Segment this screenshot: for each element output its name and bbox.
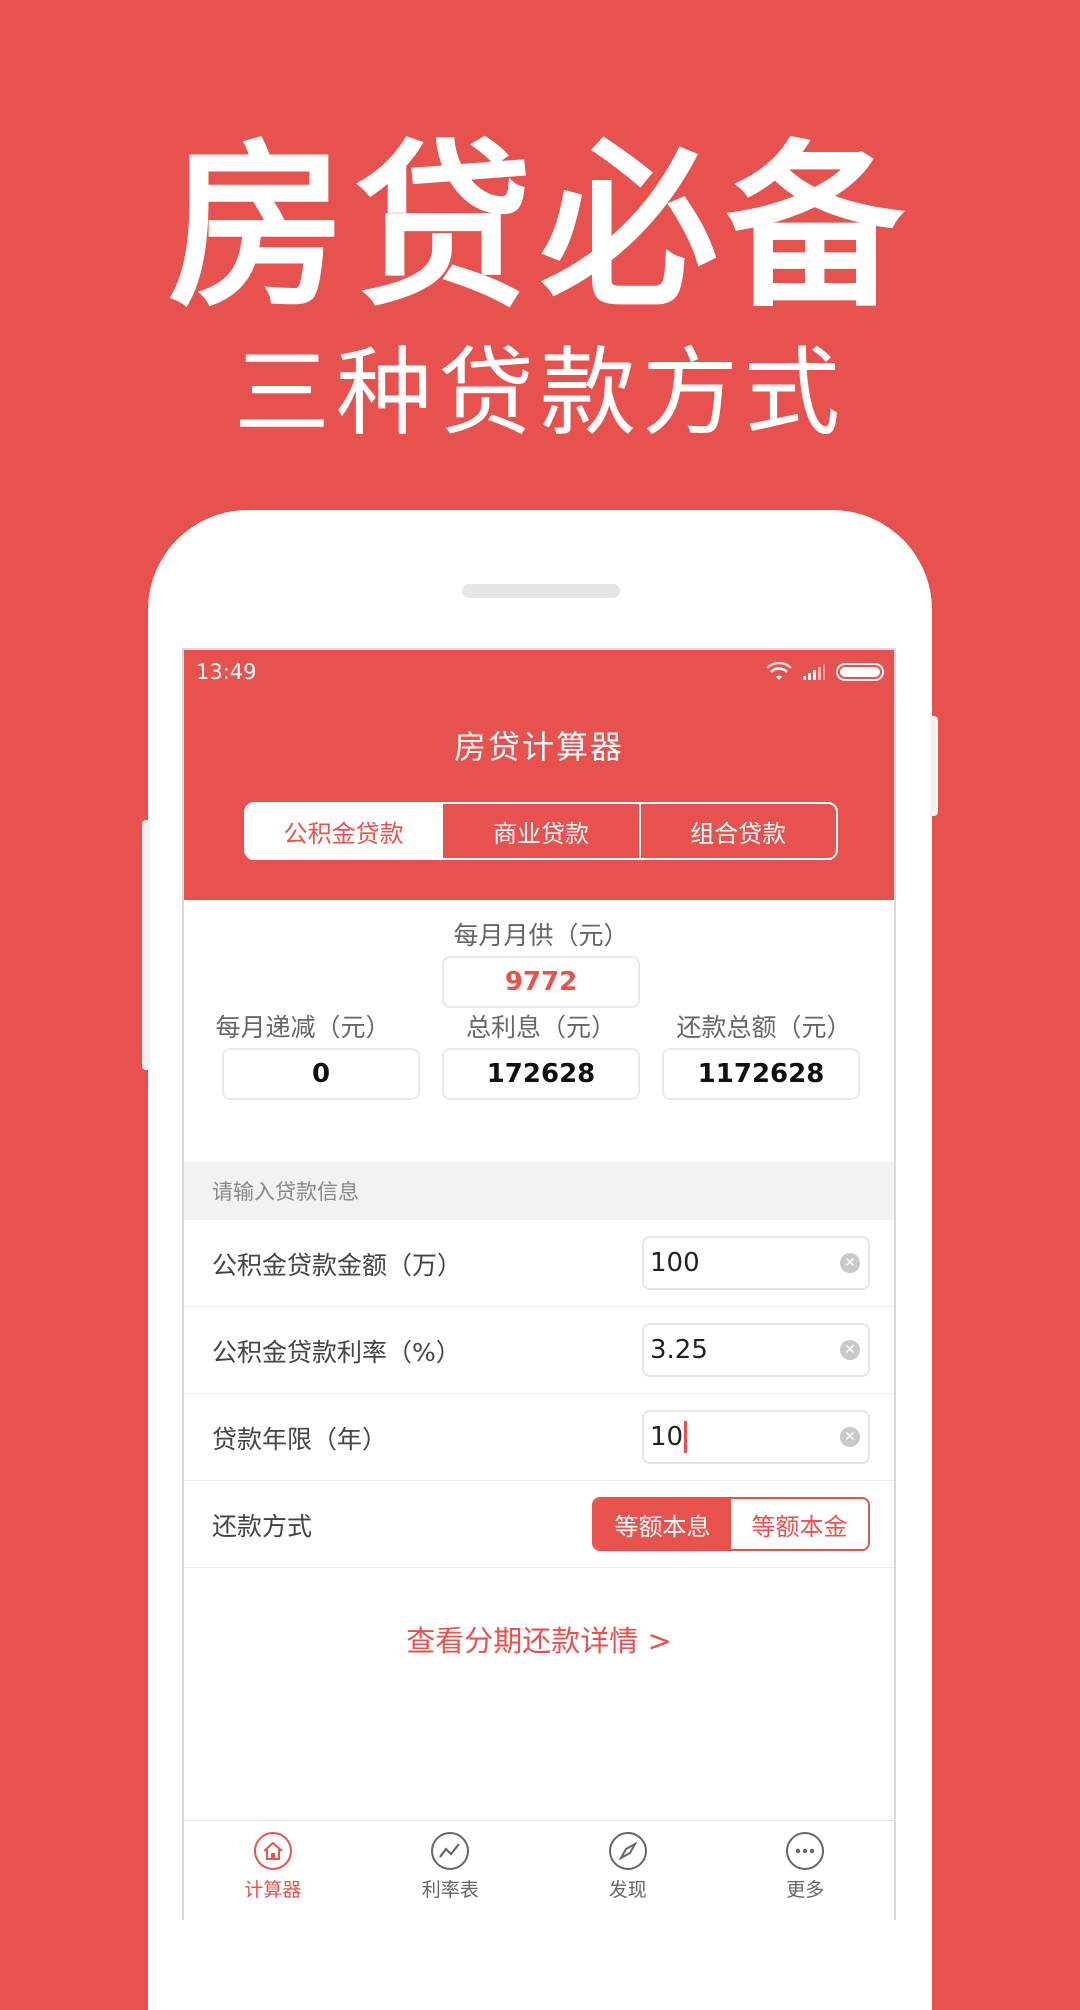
repay-method-row: 还款方式 等额本息 等额本金	[184, 1481, 894, 1568]
loan-amount-input[interactable]: 100 ✕	[642, 1236, 870, 1290]
loan-years-input[interactable]: 10 ✕	[642, 1410, 870, 1464]
total-interest-value: 172628	[442, 1048, 640, 1100]
promo-subtitle: 三种贷款方式	[234, 337, 846, 449]
app-title: 房贷计算器	[453, 728, 624, 766]
nav-item-more[interactable]: 更多	[717, 1821, 895, 1920]
loan-amount-value: 100	[650, 1248, 700, 1278]
compass-icon	[608, 1832, 647, 1870]
total-repayment-label: 还款总额（元）	[676, 1013, 852, 1042]
signal-icon	[803, 664, 825, 680]
status-icons	[766, 660, 884, 684]
trend-chart-icon	[431, 1832, 470, 1870]
loan-rate-value: 3.25	[650, 1335, 708, 1365]
clear-icon[interactable]: ✕	[840, 1427, 860, 1447]
loan-years-value: 10	[650, 1422, 684, 1452]
total-interest-label: 总利息（元）	[465, 1013, 616, 1042]
nav-label: 计算器	[244, 1879, 302, 1901]
wifi-icon	[766, 662, 792, 680]
monthly-decrease-label: 每月递减（元）	[215, 1013, 391, 1042]
repay-equal-installment-button[interactable]: 等额本息	[594, 1499, 731, 1549]
tab-commercial-loan[interactable]: 商业贷款	[441, 804, 638, 858]
loan-rate-label: 公积金贷款利率（%）	[212, 1337, 461, 1367]
home-icon	[253, 1832, 292, 1870]
loan-years-row: 贷款年限（年） 10 ✕	[184, 1394, 894, 1481]
loan-years-label: 贷款年限（年）	[212, 1424, 388, 1454]
section-header: 请输入贷款信息	[184, 1162, 894, 1220]
repay-equal-principal-button[interactable]: 等额本金	[731, 1499, 868, 1549]
repayment-detail-link[interactable]: 查看分期还款详情 >	[184, 1618, 894, 1660]
nav-item-calculator[interactable]: 计算器	[184, 1821, 362, 1920]
phone-screen: 13:49 房贷计算器 公积金贷款 商业贷款 组合贷款 每月月供（元） 9772…	[182, 648, 896, 1920]
monthly-payment-label: 每月月供（元）	[453, 921, 629, 950]
nav-label: 利率表	[421, 1879, 479, 1901]
clear-icon[interactable]: ✕	[840, 1253, 860, 1273]
status-time: 13:49	[196, 660, 257, 684]
loan-type-tabs: 公积金贷款 商业贷款 组合贷款	[244, 802, 838, 860]
bottom-nav: 计算器 利率表 发现 更多	[184, 1820, 894, 1920]
total-repayment-value: 1172628	[662, 1048, 860, 1100]
loan-amount-label: 公积金贷款金额（万）	[212, 1250, 463, 1280]
monthly-payment-value: 9772	[442, 956, 640, 1008]
more-dots-icon	[786, 1832, 825, 1870]
app-header: 13:49 房贷计算器 公积金贷款 商业贷款 组合贷款	[184, 650, 894, 900]
phone-side-button	[930, 716, 938, 816]
tab-combined-loan[interactable]: 组合贷款	[638, 804, 836, 858]
nav-item-rate-table[interactable]: 利率表	[362, 1821, 540, 1920]
nav-label: 更多	[786, 1879, 825, 1901]
phone-speaker	[462, 584, 620, 598]
monthly-decrease-value: 0	[222, 1048, 420, 1100]
repay-method-toggle: 等额本息 等额本金	[592, 1497, 870, 1551]
loan-rate-input[interactable]: 3.25 ✕	[642, 1323, 870, 1377]
repay-method-label: 还款方式	[212, 1511, 313, 1541]
tab-housing-fund-loan[interactable]: 公积金贷款	[246, 804, 442, 858]
loan-amount-row: 公积金贷款金额（万） 100 ✕	[184, 1220, 894, 1307]
battery-icon	[836, 663, 884, 681]
loan-rate-row: 公积金贷款利率（%） 3.25 ✕	[184, 1307, 894, 1394]
nav-label: 发现	[608, 1879, 647, 1901]
text-cursor	[684, 1421, 688, 1453]
results-panel: 每月月供（元） 9772 每月递减（元） 0 总利息（元） 172628 还款总…	[184, 900, 894, 1160]
promo-title: 房贷必备	[168, 124, 912, 331]
nav-item-discover[interactable]: 发现	[539, 1821, 717, 1920]
phone-side-button	[142, 820, 150, 1070]
clear-icon[interactable]: ✕	[840, 1340, 860, 1360]
